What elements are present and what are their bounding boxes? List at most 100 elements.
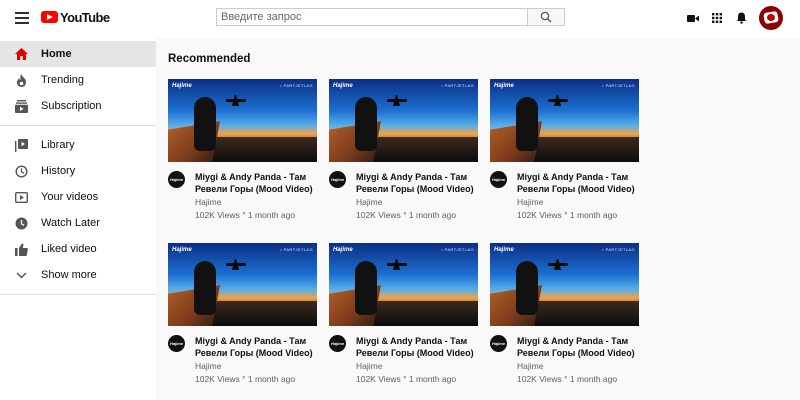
sidebar-item-label: History <box>41 165 76 177</box>
sidebar-item-trending[interactable]: Trending <box>0 67 156 93</box>
video-thumbnail[interactable]: Hajime • PARTJETLAG <box>168 79 317 162</box>
channel-name[interactable]: Hajime <box>356 197 382 207</box>
apps-grid-icon[interactable] <box>705 6 729 30</box>
header-actions <box>681 6 783 30</box>
sidebar-item-label: Your videos <box>41 191 99 203</box>
thumbnail-tag: • PARTJETLAG <box>280 83 313 88</box>
airplane-icon <box>226 99 246 102</box>
sidebar: Home Trending Subscription Library Histo… <box>0 38 156 400</box>
user-avatar[interactable] <box>759 6 783 30</box>
history-icon <box>14 164 28 178</box>
library-icon <box>14 138 28 152</box>
sidebar-item-watch-later[interactable]: Watch Later <box>0 210 156 236</box>
channel-avatar[interactable]: Hajime <box>490 171 507 188</box>
video-title[interactable]: Miygi & Andy Panda - Там Ревели Горы (Mo… <box>517 171 639 195</box>
thumbnail-logo: Hajime <box>333 83 353 89</box>
logo-text: YouTube <box>60 9 110 25</box>
sidebar-item-label: Watch Later <box>41 217 100 229</box>
video-card[interactable]: Hajime • PARTJETLAG Hajime Miygi & Andy Pan… <box>329 79 478 220</box>
video-title[interactable]: Miygi & Andy Panda - Там Ревели Горы (Mo… <box>195 335 317 359</box>
video-thumbnail[interactable]: Hajime • PARTJETLAG <box>168 243 317 326</box>
sidebar-item-subscription[interactable]: Subscription <box>0 93 156 119</box>
sidebar-divider <box>0 125 156 126</box>
sidebar-item-library[interactable]: Library <box>0 132 156 158</box>
sidebar-item-label: Show more <box>41 269 97 281</box>
sidebar-item-liked-video[interactable]: Liked video <box>0 236 156 262</box>
video-title[interactable]: Miygi & Andy Panda - Там Ревели Горы (Mo… <box>356 335 478 359</box>
channel-avatar-logo: Hajime <box>330 341 345 346</box>
channel-name[interactable]: Hajime <box>195 361 221 371</box>
video-card[interactable]: Hajime • PARTJETLAG Hajime Miygi & Andy Pan… <box>490 79 639 220</box>
sidebar-item-home[interactable]: Home <box>0 41 156 67</box>
channel-name[interactable]: Hajime <box>517 197 543 207</box>
video-card[interactable]: Hajime • PARTJETLAG Hajime Miygi & Andy Pan… <box>490 243 639 384</box>
home-icon <box>14 47 28 61</box>
channel-avatar[interactable]: Hajime <box>168 335 185 352</box>
video-thumbnail[interactable]: Hajime • PARTJETLAG <box>490 243 639 326</box>
sidebar-item-label: Subscription <box>41 100 102 112</box>
video-title[interactable]: Miygi & Andy Panda - Там Ревели Горы (Mo… <box>195 171 317 195</box>
channel-avatar-logo: Hajime <box>491 341 506 346</box>
channel-avatar[interactable]: Hajime <box>329 335 346 352</box>
thumbnail-logo: Hajime <box>494 247 514 253</box>
search-bar <box>216 8 565 26</box>
video-thumbnail[interactable]: Hajime • PARTJETLAG <box>329 243 478 326</box>
video-meta: 102K Views ° 1 month ago <box>356 374 457 384</box>
youtube-logo[interactable]: YouTube <box>41 9 110 25</box>
channel-name[interactable]: Hajime <box>517 361 543 371</box>
channel-name[interactable]: Hajime <box>195 197 221 207</box>
airplane-icon <box>548 99 568 102</box>
airplane-icon <box>387 263 407 266</box>
video-meta: 102K Views ° 1 month ago <box>195 210 296 220</box>
youtube-play-icon <box>41 11 58 23</box>
thumbnail-logo: Hajime <box>333 247 353 253</box>
video-meta: 102K Views ° 1 month ago <box>517 210 618 220</box>
video-camera-icon[interactable] <box>681 6 705 30</box>
channel-avatar[interactable]: Hajime <box>490 335 507 352</box>
video-thumbnail[interactable]: Hajime • PARTJETLAG <box>490 79 639 162</box>
search-icon <box>540 11 552 23</box>
sidebar-item-label: Library <box>41 139 75 151</box>
sidebar-item-label: Trending <box>41 74 85 86</box>
airplane-icon <box>548 263 568 266</box>
bell-icon[interactable] <box>729 6 753 30</box>
video-card[interactable]: Hajime • PARTJETLAG Hajime Miygi & Andy Pan… <box>329 243 478 384</box>
thumbnail-logo: Hajime <box>494 83 514 89</box>
channel-avatar[interactable]: Hajime <box>329 171 346 188</box>
sidebar-item-label: Home <box>41 48 72 60</box>
flame-icon <box>14 73 28 87</box>
play-icon <box>14 190 28 204</box>
thumbnail-tag: • PARTJETLAG <box>280 247 313 252</box>
search-input[interactable] <box>216 8 527 26</box>
video-card[interactable]: Hajime • PARTJETLAG Hajime Miygi & Andy Pan… <box>168 243 317 384</box>
airplane-icon <box>387 99 407 102</box>
video-meta: 102K Views ° 1 month ago <box>517 374 618 384</box>
section-title: Recommended <box>168 53 251 65</box>
search-button[interactable] <box>527 8 565 26</box>
channel-avatar-logo: Hajime <box>491 177 506 182</box>
thumbnail-tag: • PARTJETLAG <box>602 83 635 88</box>
channel-name[interactable]: Hajime <box>356 361 382 371</box>
airplane-icon <box>226 263 246 266</box>
top-bar: YouTube <box>0 0 800 38</box>
channel-avatar-logo: Hajime <box>169 177 184 182</box>
chevron-down-icon <box>14 268 28 282</box>
video-card[interactable]: Hajime • PARTJETLAG Hajime Miygi & Andy Pan… <box>168 79 317 220</box>
sidebar-item-show-more[interactable]: Show more <box>0 262 156 288</box>
channel-avatar-logo: Hajime <box>330 177 345 182</box>
sidebar-item-history[interactable]: History <box>0 158 156 184</box>
video-meta: 102K Views ° 1 month ago <box>195 374 296 384</box>
menu-icon[interactable] <box>12 9 32 29</box>
video-meta: 102K Views ° 1 month ago <box>356 210 457 220</box>
channel-avatar[interactable]: Hajime <box>168 171 185 188</box>
sidebar-item-your-videos[interactable]: Your videos <box>0 184 156 210</box>
video-thumbnail[interactable]: Hajime • PARTJETLAG <box>329 79 478 162</box>
video-title[interactable]: Miygi & Andy Panda - Там Ревели Горы (Mo… <box>517 335 639 359</box>
clock-icon <box>14 216 28 230</box>
sidebar-divider <box>0 294 156 295</box>
thumbnail-tag: • PARTJETLAG <box>441 247 474 252</box>
video-title[interactable]: Miygi & Andy Panda - Там Ревели Горы (Mo… <box>356 171 478 195</box>
subscriptions-icon <box>14 99 28 113</box>
thumbnail-logo: Hajime <box>172 83 192 89</box>
thumbs-up-icon <box>14 242 28 256</box>
